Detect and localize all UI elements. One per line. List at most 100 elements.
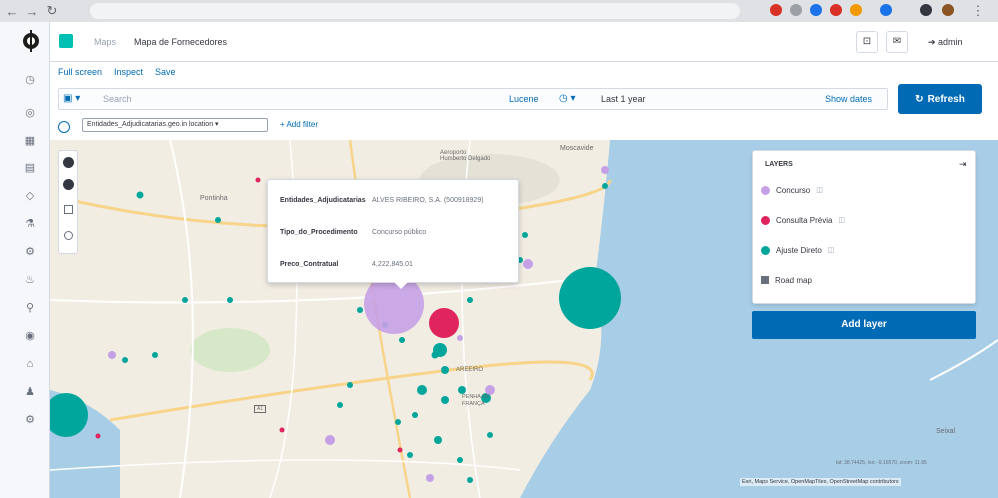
- tooltip-value: Concurso público: [372, 229, 427, 236]
- tooltip-arrow: [394, 282, 408, 289]
- logs-icon[interactable]: ♨: [24, 274, 36, 286]
- apm-icon[interactable]: ⚲: [24, 302, 36, 314]
- filter-pill[interactable]: Entidades_Adjudicatarias.geo.in location…: [82, 118, 268, 132]
- map-label-moscavide: Moscavide: [560, 145, 594, 152]
- canvas-icon[interactable]: ◇: [24, 190, 36, 202]
- consulta-previa-bubble[interactable]: [429, 308, 459, 338]
- forward-icon[interactable]: →: [24, 4, 40, 19]
- visualize-icon[interactable]: ▦: [24, 135, 36, 147]
- draw-bounds-icon[interactable]: [64, 231, 73, 240]
- app-header: Maps Mapa de Fornecedores ⊡ ✉ ➔ admin: [50, 22, 998, 62]
- zoom-in-icon[interactable]: [63, 157, 74, 168]
- map-label-a1: A1: [254, 405, 267, 413]
- layer-item-road-map[interactable]: Road map: [761, 273, 812, 287]
- map-label-areeiro: AREEIRO: [456, 367, 484, 373]
- layer-item-concurso[interactable]: Concurso ◫: [761, 183, 823, 197]
- refresh-label: Refresh: [927, 93, 965, 105]
- extension-icon[interactable]: [850, 4, 862, 16]
- extension-icon[interactable]: [880, 4, 892, 16]
- add-layer-button[interactable]: Add layer: [752, 311, 976, 339]
- address-bar[interactable]: [90, 3, 740, 19]
- filter-pill-label: Entidades_Adjudicatarias.geo.in location: [87, 121, 214, 128]
- layer-color-swatch: [761, 215, 770, 225]
- layer-item-consulta-previa[interactable]: Consulta Prévia ◫: [761, 213, 845, 227]
- maps-icon[interactable]: ♟: [24, 386, 36, 398]
- layers-panel-title: LAYERS: [765, 161, 793, 168]
- layer-item-ajuste-direto[interactable]: Ajuste Direto ◫: [761, 243, 834, 257]
- calendar-icon[interactable]: ◷ ▾: [559, 93, 576, 104]
- extension-icon[interactable]: [790, 4, 802, 16]
- extension-icon[interactable]: [920, 4, 932, 16]
- map-label-pontinha: Pontinha: [200, 195, 228, 202]
- layer-color-swatch: [761, 276, 769, 284]
- map-label-aeroporto: Aeroporto Humberto Delgado: [440, 150, 491, 162]
- siem-icon[interactable]: ⌂: [24, 358, 36, 370]
- time-range-label[interactable]: Last 1 year: [601, 94, 646, 104]
- park-area: [190, 328, 270, 372]
- street-road: [50, 459, 521, 471]
- layer-color-swatch: [761, 185, 770, 195]
- street-road: [169, 140, 194, 498]
- save-link[interactable]: Save: [155, 67, 176, 77]
- saved-query-icon[interactable]: ▣ ▾: [63, 93, 80, 104]
- browser-menu-icon[interactable]: ⋮: [970, 3, 986, 19]
- filter-options-icon[interactable]: [58, 121, 70, 133]
- layer-visibility-icon[interactable]: ◫: [838, 216, 845, 224]
- query-bar: ▣ ▾ Search Lucene ◷ ▾ Last 1 year Show d…: [58, 88, 888, 110]
- street-road: [50, 279, 571, 304]
- recent-icon[interactable]: ◷: [24, 74, 36, 86]
- tooltip-key: Entidades_Adjudicatarias: [280, 197, 366, 204]
- show-dates-link[interactable]: Show dates: [825, 94, 872, 104]
- map-label-penha-franca: PENHA DE FRANÇA: [462, 394, 490, 407]
- add-filter-link[interactable]: + Add filter: [280, 120, 318, 129]
- tooltip-value: 4,222,845.01: [372, 261, 413, 268]
- full-screen-link[interactable]: Full screen: [58, 67, 102, 77]
- back-icon[interactable]: ←: [4, 4, 20, 19]
- management-icon[interactable]: ⚙: [24, 414, 36, 426]
- inspect-link[interactable]: Inspect: [114, 67, 143, 77]
- zoom-out-icon[interactable]: [63, 179, 74, 190]
- maps-app-icon[interactable]: [59, 34, 73, 48]
- left-navigation: ◷ ◎ ▦ ▤ ◇ ⚗ ⚙ ♨ ⚲ ◉ ⌂ ♟ ⚙: [0, 22, 50, 498]
- help-icon[interactable]: ⊡: [856, 31, 878, 53]
- newsfeed-icon[interactable]: ✉: [886, 31, 908, 53]
- browser-chrome: ← → ↻ ⋮: [0, 0, 998, 22]
- extension-icon[interactable]: [770, 4, 782, 16]
- layer-name: Ajuste Direto: [776, 245, 822, 255]
- ml-icon[interactable]: ⚗: [24, 218, 36, 230]
- dashboard-icon[interactable]: ▤: [24, 162, 36, 174]
- query-language-toggle[interactable]: Lucene: [509, 94, 539, 104]
- tooltip-key: Tipo_do_Procedimento: [280, 229, 358, 236]
- discover-icon[interactable]: ◎: [24, 107, 36, 119]
- refresh-button[interactable]: ↻ Refresh: [898, 84, 982, 114]
- map-top-nav: Full screen Inspect Save: [58, 67, 176, 77]
- user-name: admin: [938, 37, 963, 47]
- refresh-icon: ↻: [915, 93, 924, 105]
- extension-icon[interactable]: [830, 4, 842, 16]
- breadcrumb-maps[interactable]: Maps: [94, 37, 116, 47]
- infrastructure-icon[interactable]: ⚙: [24, 246, 36, 258]
- profile-avatar-icon[interactable]: [942, 4, 954, 16]
- ajuste-direto-bubble[interactable]: [433, 343, 447, 357]
- layer-name: Consulta Prévia: [776, 215, 833, 225]
- uptime-icon[interactable]: ◉: [24, 330, 36, 342]
- user-menu-button[interactable]: ➔ admin: [928, 37, 963, 48]
- search-input[interactable]: Search: [103, 94, 132, 104]
- tooltip-value: ALVES RIBEIRO, S.A. (500918929): [372, 197, 484, 204]
- ajuste-direto-bubble[interactable]: [559, 267, 621, 329]
- map-toolbar: [58, 150, 78, 254]
- map-attribution: Esri, Maps Service, OpenMapTiles, OpenSt…: [740, 478, 901, 486]
- kibana-logo-icon[interactable]: [20, 30, 42, 52]
- layer-name: Road map: [775, 275, 812, 285]
- collapse-layers-icon[interactable]: ⇥: [959, 159, 967, 170]
- layer-visibility-icon[interactable]: ◫: [828, 246, 835, 254]
- map-label-seixal: Seixal: [936, 428, 956, 435]
- extension-icon[interactable]: [810, 4, 822, 16]
- feature-tooltip: Entidades_Adjudicatarias ALVES RIBEIRO, …: [267, 179, 519, 289]
- draw-shape-icon[interactable]: [64, 205, 73, 214]
- reload-icon[interactable]: ↻: [44, 3, 60, 19]
- layer-visibility-icon[interactable]: ◫: [816, 186, 823, 194]
- layer-color-swatch: [761, 245, 770, 255]
- highway-road: [109, 360, 594, 422]
- layers-panel: LAYERS ⇥ Concurso ◫ Consulta Prévia ◫ Aj…: [752, 150, 976, 304]
